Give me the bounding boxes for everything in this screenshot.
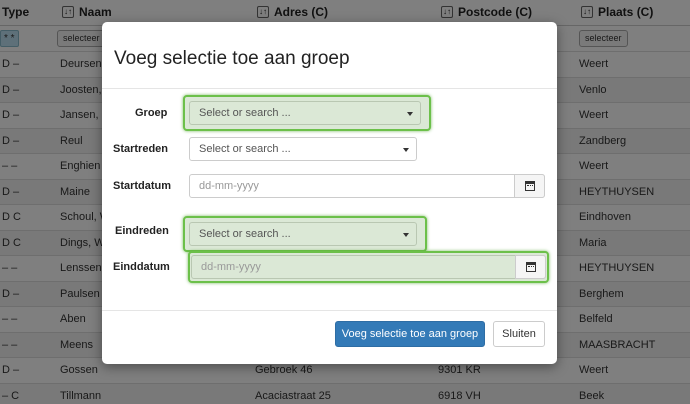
startdatum-input[interactable]: dd-mm-yyyy: [189, 174, 545, 198]
chevron-down-icon: [403, 233, 409, 237]
startreden-select[interactable]: Select or search ...: [189, 137, 417, 161]
eindreden-highlight: Select or search ...: [183, 216, 427, 252]
startdatum-calendar-button[interactable]: [514, 174, 545, 198]
einddatum-label: Einddatum: [113, 261, 170, 273]
einddatum-calendar-button[interactable]: [515, 255, 546, 279]
modal-header-divider: [102, 88, 557, 89]
chevron-down-icon: [407, 112, 413, 116]
add-to-group-modal: Voeg selectie toe aan groep Groep Select…: [102, 22, 557, 364]
modal-footer-divider: [102, 310, 557, 311]
modal-title: Voeg selectie toe aan groep: [114, 48, 350, 69]
add-selection-to-group-button[interactable]: Voeg selectie toe aan groep: [335, 321, 485, 347]
startdatum-label: Startdatum: [113, 180, 172, 192]
startreden-label: Startreden: [113, 143, 169, 155]
chevron-down-icon: [403, 148, 409, 152]
close-button[interactable]: Sluiten: [493, 321, 545, 347]
calendar-icon: [526, 262, 536, 272]
eindreden-label: Eindreden: [115, 225, 169, 237]
groep-select[interactable]: Select or search ...: [189, 101, 421, 125]
groep-highlight: Select or search ...: [183, 95, 431, 131]
calendar-icon: [525, 181, 535, 191]
einddatum-highlight: dd-mm-yyyy: [188, 251, 549, 283]
eindreden-select[interactable]: Select or search ...: [189, 222, 417, 246]
einddatum-input[interactable]: dd-mm-yyyy: [191, 255, 546, 279]
groep-label: Groep: [135, 107, 168, 119]
